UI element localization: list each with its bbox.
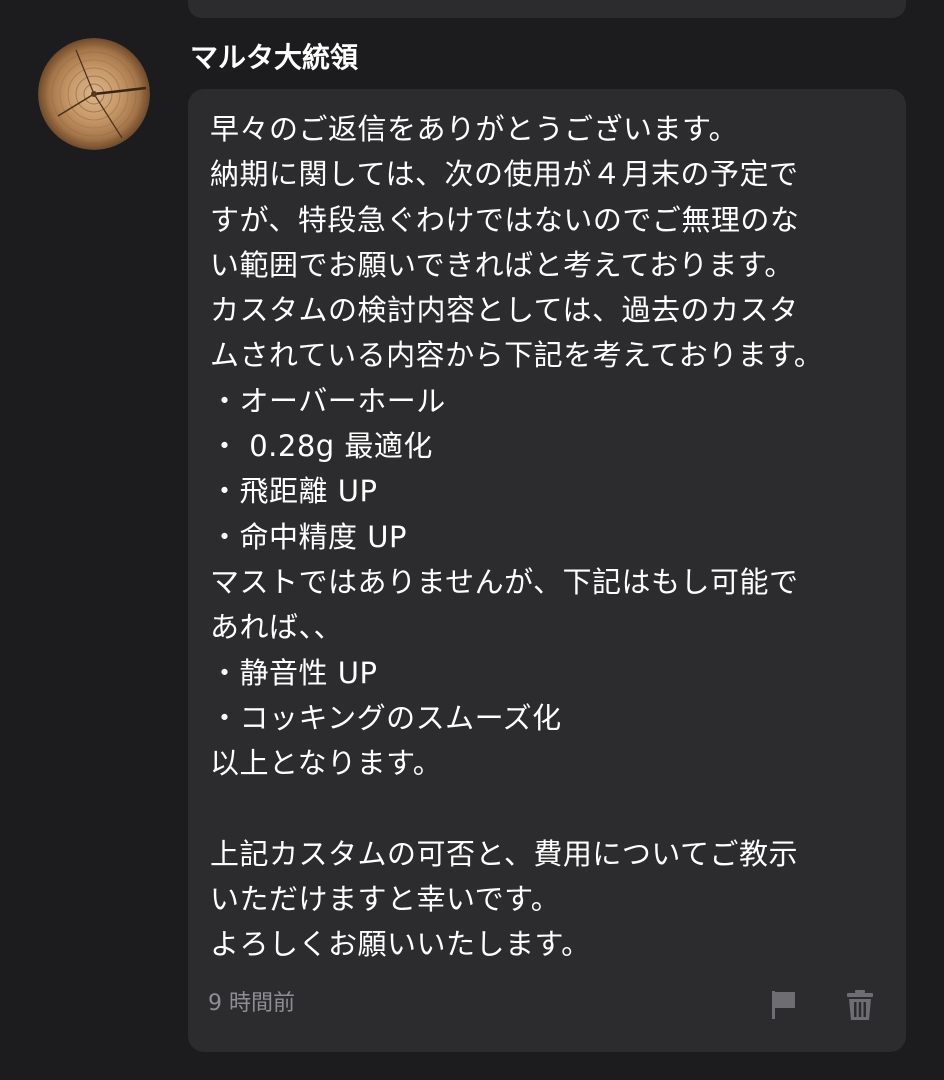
flag-icon[interactable] [766, 987, 802, 1023]
message-line: あれば、、 [210, 610, 344, 645]
message-line: 上記カスタムの可否と、費用についてご教示 [210, 836, 798, 871]
trash-icon-glyph [847, 990, 873, 1020]
comment-author-name[interactable]: マルタ大統領 [190, 38, 358, 78]
message-line: すが、特段急ぐわけではないのでご無理のな [210, 202, 800, 237]
comment-message: 早々のご返信をありがとうございます。 納期に関しては、次の使用が４月末の予定で … [210, 107, 900, 968]
user-avatar[interactable] [38, 38, 150, 150]
comment-timestamp: 9 時間前 [208, 991, 295, 1016]
comment-thread: マルタ大統領 早々のご返信をありがとうございます。 納期に関しては、次の使用が４… [0, 0, 944, 1080]
message-line: いただけますと幸いです。 [210, 882, 561, 917]
message-line: 早々のご返信をありがとうございます。 [210, 112, 739, 146]
flag-icon-glyph [772, 991, 795, 1019]
message-line: カスタムの検討内容としては、過去のカスタ [210, 293, 799, 328]
message-line: 以上となります。 [210, 746, 443, 781]
trash-icon[interactable] [842, 987, 878, 1023]
message-line [210, 786, 900, 831]
message-line: マストではありませんが、下記はもし可能で [210, 564, 799, 599]
message-line: ・飛距離 UP [210, 474, 378, 509]
message-line: ・コッキングのスムーズ化 [210, 700, 562, 735]
message-line: い範囲でお願いできればと考えております。 [210, 247, 794, 282]
message-line: ・オーバーホール [210, 383, 446, 418]
previous-comment-bubble [188, 0, 906, 18]
wood-slice-avatar-image [38, 38, 150, 150]
message-line: ・ 0.28g 最適化 [210, 429, 433, 464]
message-line: よろしくお願いいたします。 [210, 927, 591, 962]
message-line: ・静音性 UP [210, 655, 378, 690]
message-line: 納期に関しては、次の使用が４月末の予定で [210, 157, 799, 192]
message-line: ・命中精度 UP [210, 519, 407, 554]
comment-bubble: 早々のご返信をありがとうございます。 納期に関しては、次の使用が４月末の予定で … [188, 89, 906, 1052]
message-line: ムされている内容から下記を考えております。 [210, 338, 824, 373]
